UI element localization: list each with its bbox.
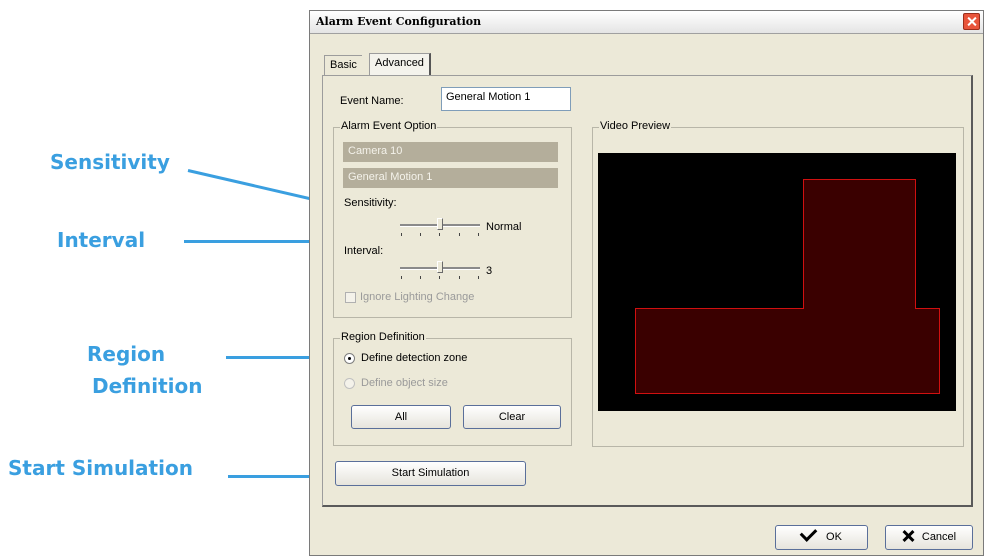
detection-zone-upper[interactable] [803,179,916,313]
define-zone-label: Define detection zone [361,352,468,364]
cancel-button[interactable]: Cancel [885,525,973,550]
clear-button[interactable]: Clear [463,405,561,429]
define-zone-radio[interactable] [344,353,355,364]
dialog-title: Alarm Event Configuration [316,15,482,28]
start-simulation-button[interactable]: Start Simulation [335,461,526,486]
alarm-event-option-title: Alarm Event Option [340,120,438,132]
define-object-radio[interactable] [344,378,355,389]
all-button[interactable]: All [351,405,451,429]
ignore-lighting-label: Ignore Lighting Change [360,291,475,303]
callout-start-simulation: Start Simulation [8,456,193,480]
detection-zone-lower[interactable] [635,308,940,394]
tab-basic[interactable]: Basic [324,55,362,75]
ok-button[interactable]: OK [775,524,868,550]
interval-slider-thumb[interactable] [437,261,443,273]
callout-region-line1: Region [87,342,166,366]
camera-field: Camera 10 [343,142,558,162]
sensitivity-label: Sensitivity: [344,197,397,209]
interval-label: Interval: [344,245,384,257]
region-definition-title: Region Definition [340,331,426,343]
cancel-x-icon [902,530,914,542]
event-name-label: Event Name: [340,95,404,107]
sensitivity-slider[interactable] [400,218,480,238]
tab-advanced[interactable]: Advanced [369,53,431,76]
detection-zone-join [804,307,915,310]
interval-slider[interactable] [400,261,480,281]
motion-type-field: General Motion 1 [343,168,558,188]
check-icon [799,524,818,542]
ok-label: OK [826,531,842,543]
callout-sensitivity: Sensitivity [50,150,170,174]
video-preview[interactable] [598,153,956,411]
ignore-lighting-checkbox[interactable] [345,292,356,303]
sensitivity-value: Normal [486,221,522,233]
event-name-field[interactable]: General Motion 1 [441,87,571,111]
cancel-label: Cancel [921,531,957,543]
interval-value: 3 [486,265,493,277]
callout-region-line2: Definition [92,374,203,398]
callout-interval: Interval [57,228,146,252]
title-bar: Alarm Event Configuration [310,11,983,34]
video-preview-title: Video Preview [599,120,672,132]
define-object-label: Define object size [361,377,448,389]
close-icon[interactable] [963,13,980,30]
sensitivity-slider-thumb[interactable] [437,218,443,230]
alarm-event-dialog: Alarm Event Configuration Basic Advanced… [309,10,984,556]
